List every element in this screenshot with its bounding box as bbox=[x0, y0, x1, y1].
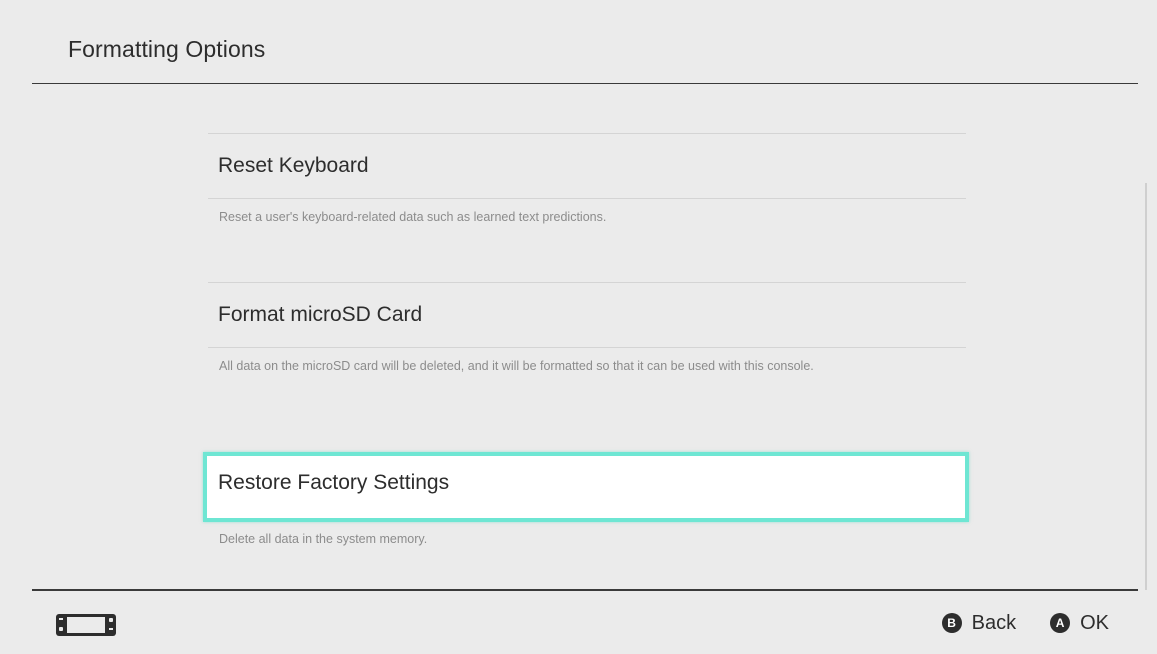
console-icon bbox=[55, 613, 117, 637]
ok-button[interactable]: A OK bbox=[1050, 612, 1109, 635]
option-list: Reset Keyboard Reset a user's keyboard-r… bbox=[0, 0, 1157, 654]
list-divider bbox=[208, 282, 966, 283]
ok-label: OK bbox=[1080, 611, 1109, 634]
back-label: Back bbox=[971, 611, 1017, 634]
list-divider bbox=[208, 198, 966, 199]
back-button[interactable]: B Back bbox=[941, 611, 1017, 635]
option-description: Delete all data in the system memory. bbox=[219, 532, 428, 546]
option-restore-factory-settings[interactable]: Restore Factory Settings bbox=[203, 452, 969, 522]
footer-actions: B Back A OK bbox=[941, 608, 1109, 638]
list-divider bbox=[208, 347, 966, 348]
option-description: All data on the microSD card will be del… bbox=[219, 359, 814, 373]
footer-divider bbox=[32, 589, 1138, 591]
option-description: Reset a user's keyboard-related data suc… bbox=[219, 210, 607, 224]
option-reset-keyboard[interactable]: Reset Keyboard bbox=[203, 135, 969, 197]
b-button-icon: B bbox=[941, 613, 962, 633]
option-label: Restore Factory Settings bbox=[218, 471, 450, 494]
option-format-microsd-card[interactable]: Format microSD Card bbox=[203, 284, 969, 346]
option-label: Reset Keyboard bbox=[218, 154, 369, 177]
a-button-icon: A bbox=[1050, 613, 1071, 633]
system-settings-screen: Formatting Options Reset Keyboard Reset … bbox=[0, 0, 1157, 654]
option-label: Format microSD Card bbox=[218, 303, 423, 326]
list-divider bbox=[208, 133, 966, 134]
